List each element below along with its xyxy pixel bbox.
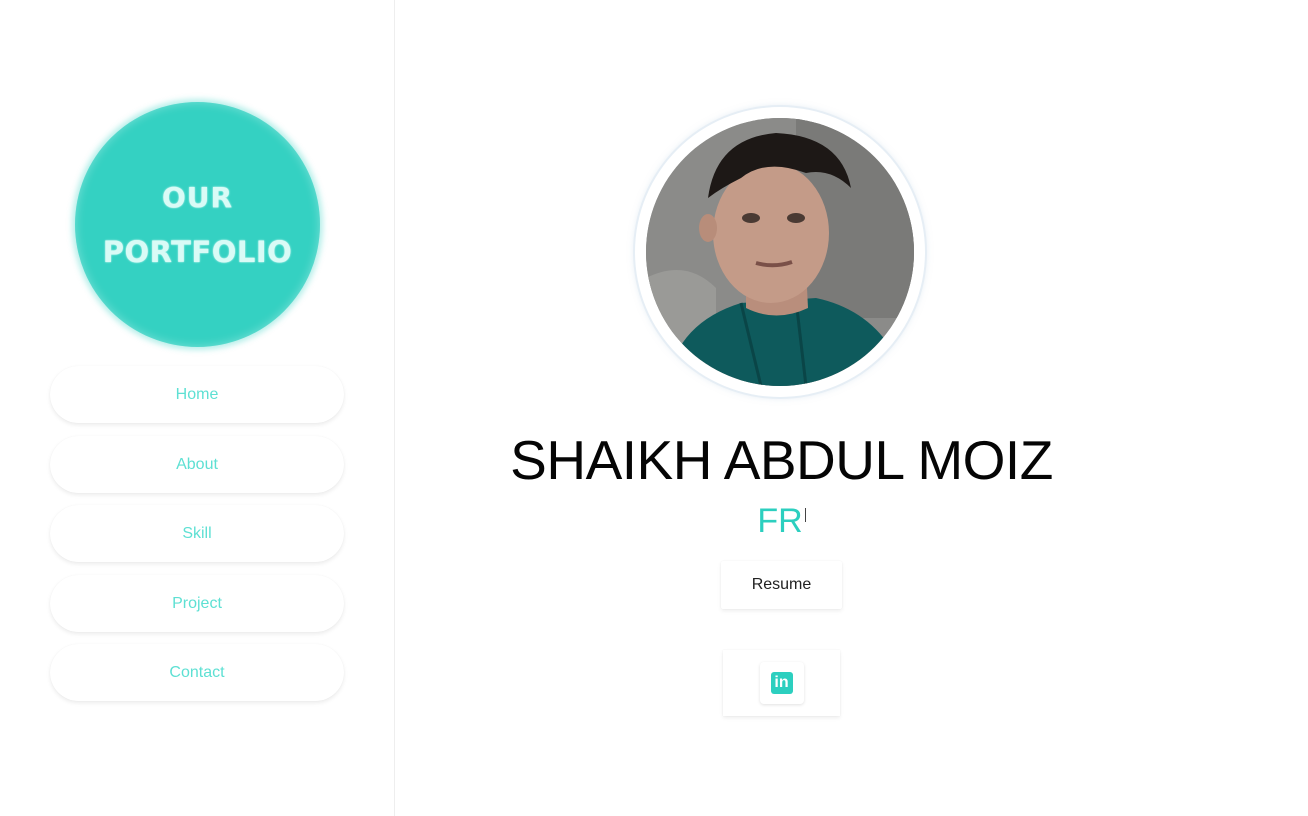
logo-line-2: PORTFOLIO	[102, 234, 293, 269]
person-name: SHAIKH ABDUL MOIZ	[510, 429, 1053, 491]
nav-item-skill[interactable]: Skill	[50, 505, 344, 562]
nav-item-home[interactable]: Home	[50, 366, 344, 423]
resume-button[interactable]: Resume	[721, 561, 842, 609]
typed-role-value: FR	[757, 502, 803, 540]
sidebar-nav: Home About Skill Project Contact	[50, 366, 344, 714]
typing-cursor	[804, 508, 806, 522]
sidebar: OUR PORTFOLIO Home About Skill Project C…	[0, 0, 395, 816]
nav-item-contact[interactable]: Contact	[50, 644, 344, 701]
profile-photo	[646, 118, 914, 386]
logo-line-1: OUR	[161, 180, 234, 214]
social-links: in	[723, 650, 840, 716]
nav-item-project[interactable]: Project	[50, 574, 344, 632]
linkedin-icon: in	[770, 672, 793, 694]
nav-item-about[interactable]: About	[50, 435, 344, 493]
profile-photo-illustration	[646, 118, 914, 386]
portfolio-page: OUR PORTFOLIO Home About Skill Project C…	[0, 0, 1308, 816]
portfolio-logo[interactable]: OUR PORTFOLIO	[75, 102, 320, 347]
typed-role-text: FR	[395, 502, 1168, 541]
linkedin-link[interactable]: in	[759, 662, 804, 704]
hero-section: SHAIKH ABDUL MOIZ FR Resume in	[395, 0, 1308, 816]
profile-photo-frame	[635, 107, 925, 397]
